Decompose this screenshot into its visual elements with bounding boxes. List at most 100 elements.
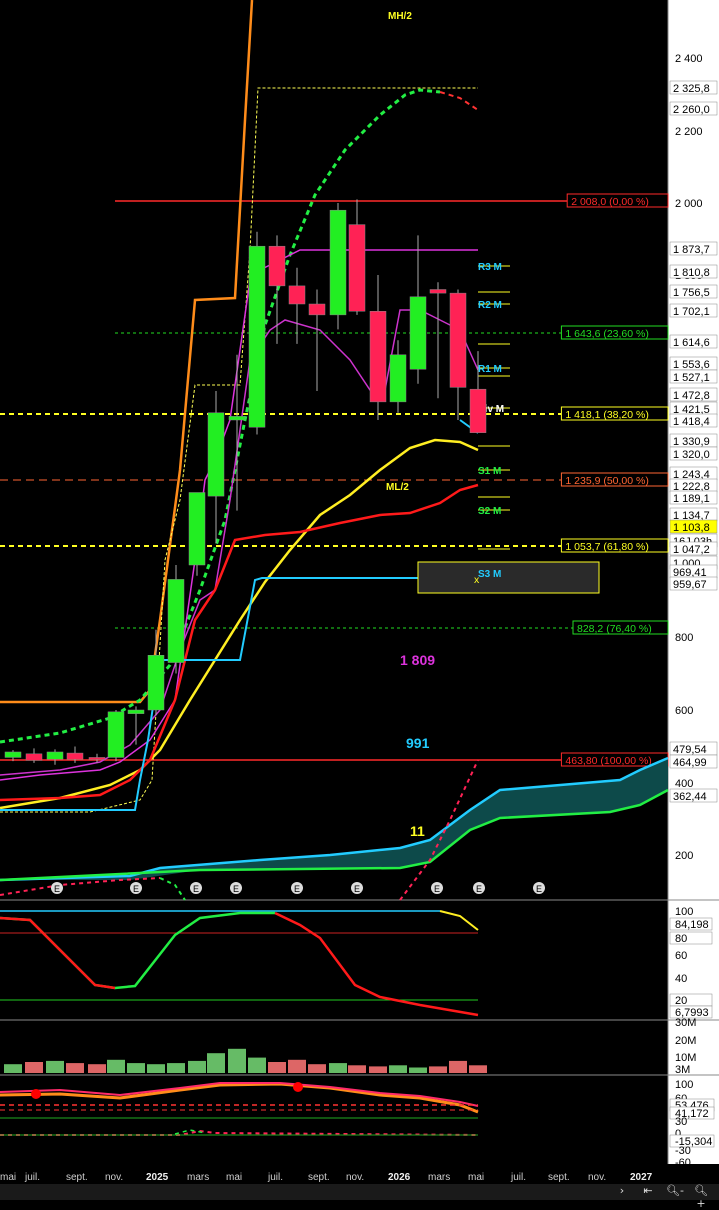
volume-bar — [46, 1060, 64, 1073]
x-tick-label: sept. — [308, 1172, 330, 1183]
x-tick-label: juil. — [510, 1172, 526, 1183]
candle-body — [329, 209, 347, 316]
x-tick-label: mars — [428, 1172, 450, 1183]
volume-bar — [369, 1066, 387, 1073]
magenta-r3-line — [0, 249, 478, 781]
osc-orange-line — [0, 1082, 479, 1114]
x-tick-label: 2025 — [146, 1172, 169, 1183]
price-tag-label: 1 418,4 — [673, 416, 710, 428]
fibonacci-level-label: 1 418,1 (38,20 %) — [565, 409, 648, 421]
candle-body — [25, 753, 43, 761]
volume-bar — [167, 1063, 185, 1073]
candle-body — [188, 492, 206, 566]
fibonacci-level-label: 1 053,7 (61,80 %) — [565, 541, 648, 553]
candle-body — [389, 354, 407, 403]
annotation-1809: 1 809 — [400, 652, 435, 668]
cloud-area — [0, 760, 668, 880]
volume-bar — [66, 1063, 84, 1073]
x-tick-label: sept. — [548, 1172, 570, 1183]
volume-bar — [4, 1064, 22, 1073]
x-tick-label: mai — [468, 1172, 484, 1183]
volume-bar — [107, 1059, 125, 1073]
zoom-out-icon[interactable]: 🔍︎- — [664, 1184, 686, 1200]
osc-dashed-lower — [0, 1129, 479, 1136]
annotation-11: 11 — [410, 823, 425, 839]
pivot-label: S1 M — [478, 466, 501, 477]
price-chart[interactable]: 2 4002 2002 0001 8008006004002002 008,0 … — [0, 0, 719, 1200]
y-tick-label: 2 200 — [675, 126, 703, 138]
price-tag-label: 1 320,0 — [673, 449, 710, 461]
earnings-marker-letter: E — [233, 884, 239, 894]
candle-body — [288, 285, 306, 305]
candle-body — [469, 388, 487, 433]
y-tick-label: 2 400 — [675, 53, 703, 65]
magenta-ma — [0, 309, 479, 776]
osc-level-label: -60 — [675, 1157, 691, 1169]
green-dotted-lower — [159, 877, 186, 901]
candle-body — [268, 245, 286, 287]
y-tick-label: 2 000 — [675, 198, 703, 210]
earnings-marker-letter: E — [133, 884, 139, 894]
stoch-level-label: 80 — [675, 933, 687, 945]
candle-body — [127, 709, 145, 714]
candle-body — [429, 289, 447, 294]
volume-bar — [147, 1064, 165, 1073]
earnings-marker-letter: E — [193, 884, 199, 894]
stoch-red-line-1 — [0, 916, 116, 990]
annotation-991: 991 — [406, 735, 430, 751]
stoch-level-label: 84,198 — [675, 919, 709, 931]
upper-channel-line — [0, 0, 254, 704]
chart-toolbar: › ⇤ 🔍︎- 🔍︎+ — [0, 1184, 719, 1210]
x-tick-label: juil. — [267, 1172, 283, 1183]
candle-body — [46, 751, 64, 760]
pivot-label: S2 M — [478, 506, 501, 517]
price-tag-label: 479,54 — [673, 744, 707, 756]
osc-level-label: -30 — [675, 1145, 691, 1157]
candle-body — [409, 296, 427, 370]
price-tag-label: 1 756,5 — [673, 287, 710, 299]
fibonacci-level-label: 1 235,9 (50,00 %) — [565, 475, 648, 487]
ml2-label: ML/2 — [386, 482, 409, 493]
candle-body — [369, 311, 387, 403]
candle-body — [207, 412, 225, 497]
volume-bar — [449, 1060, 467, 1073]
volume-bar — [207, 1053, 225, 1073]
osc-signal-dot — [31, 1089, 41, 1099]
x-tick-label: nov. — [105, 1172, 123, 1183]
volume-bar — [288, 1059, 306, 1073]
osc-level-label: 100 — [675, 1079, 693, 1091]
red-ma — [0, 483, 479, 802]
x-tick-label: sept. — [66, 1172, 88, 1183]
earnings-marker-letter: E — [476, 884, 482, 894]
pivot-label: R3 M — [478, 262, 502, 273]
price-tag-label: 464,99 — [673, 757, 707, 769]
yellow-ma — [0, 438, 479, 810]
zoom-in-icon[interactable]: 🔍︎+ — [690, 1184, 712, 1210]
osc-signal-dot — [293, 1082, 303, 1092]
candle-body — [88, 757, 106, 760]
volume-bar — [25, 1062, 43, 1073]
price-tag-label: 1 189,1 — [673, 493, 710, 505]
volume-bar — [268, 1062, 286, 1073]
volume-level-label: 20M — [675, 1035, 696, 1047]
stoch-level-label: 20 — [675, 995, 687, 1007]
price-tag-label: 1 047,2 — [673, 544, 710, 556]
volume-bar — [429, 1066, 447, 1073]
pivot-label: S3 M — [478, 569, 501, 580]
candle-body — [248, 245, 266, 428]
earnings-marker-letter: E — [294, 884, 300, 894]
stoch-level-label: 100 — [675, 906, 693, 918]
volume-bar — [228, 1048, 246, 1073]
chart-window: 2 4002 2002 0001 8008006004002002 008,0 … — [0, 0, 719, 1210]
scroll-left-end-button[interactable]: ⇤ — [640, 1184, 656, 1200]
price-tag-label: 2 325,8 — [673, 83, 710, 95]
price-tag-label: 362,44 — [673, 791, 707, 803]
pivot-label: R2 M — [478, 300, 502, 311]
volume-level-label: 3M — [675, 1064, 690, 1076]
scroll-right-button[interactable]: › — [614, 1184, 630, 1200]
earnings-marker-letter: E — [354, 884, 360, 894]
red-dotted-projection — [439, 91, 479, 111]
price-tag-label: 1 873,7 — [673, 244, 710, 256]
volume-level-label: 30M — [675, 1017, 696, 1029]
volume-level-label: 10M — [675, 1052, 696, 1064]
